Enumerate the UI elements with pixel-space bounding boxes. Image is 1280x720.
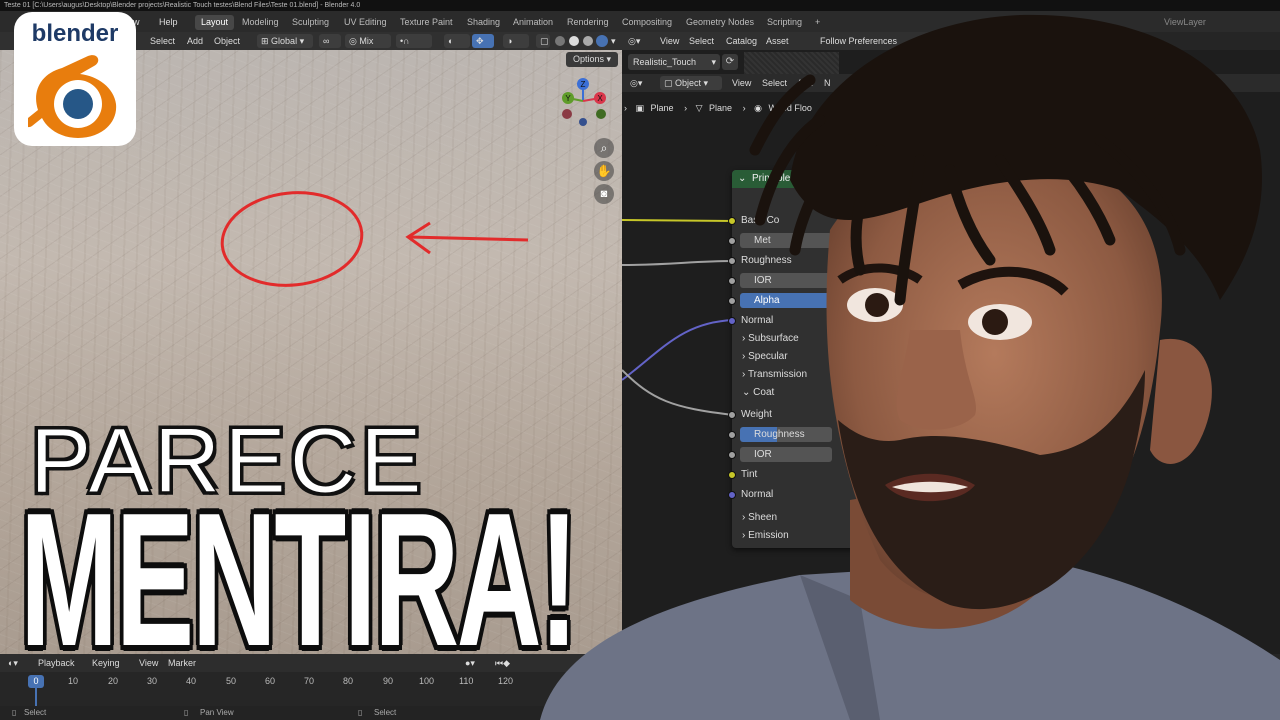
proportional-icon: ◎ (349, 36, 360, 46)
viewport-menu-select[interactable]: Select (150, 34, 175, 48)
tab-sculpting[interactable]: Sculpting (286, 15, 335, 30)
viewport-menu-object[interactable]: Object (214, 34, 240, 48)
red-annotation (220, 191, 529, 287)
logo-text: blender (31, 20, 119, 47)
tab-texture-paint[interactable]: Texture Paint (394, 15, 459, 30)
red-arrow-annotation (409, 235, 529, 242)
red-circle-annotation (220, 191, 364, 287)
status-select: Select (24, 708, 47, 717)
orientation-icon: ⊞ (261, 36, 272, 46)
menu-help[interactable]: Help (159, 15, 178, 30)
shading-mix-value: Mix (359, 36, 374, 46)
headline-line-2: MENTIRA! (20, 474, 578, 686)
gizmo-toggle-icon[interactable]: ✥ (472, 34, 494, 48)
tab-uv-editing[interactable]: UV Editing (338, 15, 393, 30)
mouse-right-icon: ▯ (358, 708, 363, 717)
status-pan-view: Pan View (200, 708, 234, 717)
proportional-editing-dropdown[interactable]: ◎ Mix (345, 34, 391, 48)
status-select-2: Select (374, 708, 397, 717)
blender-logo: blender (14, 12, 136, 146)
tab-layout[interactable]: Layout (195, 15, 235, 30)
viewport-menu-add[interactable]: Add (187, 34, 203, 48)
tab-modeling[interactable]: Modeling (236, 15, 285, 30)
transform-orientation-dropdown[interactable]: ⊞ Global ▾ (257, 34, 313, 48)
snap-icon[interactable]: ∞ (319, 34, 341, 48)
blender-icon (28, 55, 117, 138)
presenter-photo (540, 14, 1280, 720)
tab-shading[interactable]: Shading (461, 15, 506, 30)
editor-type-icon[interactable]: ◐▾ (8, 656, 18, 670)
falloff-icon[interactable]: •∩ (396, 34, 432, 48)
orientation-value: Global (271, 36, 298, 46)
playhead[interactable] (35, 688, 37, 706)
mouse-middle-icon: ▯ (184, 708, 189, 717)
chevron-down-icon: ▾ (297, 36, 305, 46)
visibility-icon[interactable]: ◐ (444, 34, 470, 48)
window-title: Teste 01 [C:\Users\augus\Desktop\Blender… (4, 2, 361, 9)
mouse-left-icon: ▯ (12, 708, 17, 717)
